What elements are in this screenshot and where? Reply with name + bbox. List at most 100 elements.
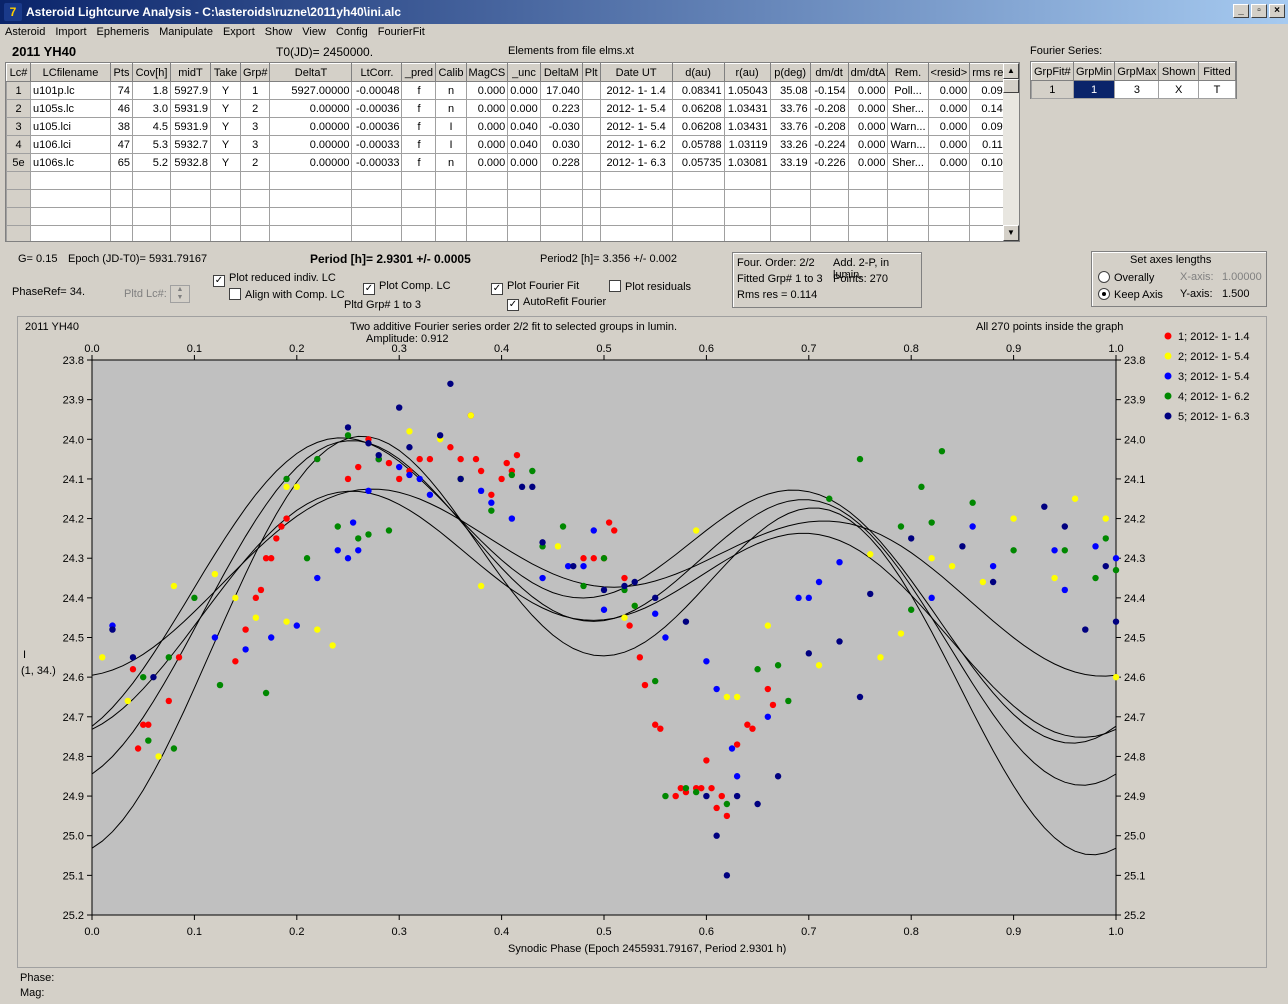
data-point[interactable]: [518, 483, 526, 491]
table-cell[interactable]: 74: [110, 81, 133, 100]
table-cell[interactable]: [210, 225, 241, 241]
table-cell[interactable]: 0.040: [507, 117, 541, 136]
table-cell[interactable]: [351, 225, 403, 241]
table-cell[interactable]: 46: [110, 99, 133, 118]
table-cell[interactable]: [671, 207, 725, 226]
data-point[interactable]: [488, 507, 495, 514]
data-point[interactable]: [165, 697, 172, 705]
table-cell[interactable]: [927, 189, 971, 208]
table-cell[interactable]: 33.76: [769, 117, 811, 136]
table-cell[interactable]: [887, 207, 929, 226]
table-cell[interactable]: [239, 225, 271, 241]
data-point[interactable]: [1102, 562, 1109, 570]
data-point[interactable]: [503, 459, 510, 467]
data-point[interactable]: [283, 483, 290, 491]
data-point[interactable]: [877, 654, 884, 661]
table-cell[interactable]: u106.lci: [30, 135, 111, 154]
table-cell[interactable]: Warn...: [887, 135, 929, 154]
data-point[interactable]: [1112, 673, 1120, 681]
data-point[interactable]: [554, 543, 562, 550]
table-cell[interactable]: u101p.lc: [30, 81, 111, 100]
table-cell[interactable]: n: [435, 81, 467, 100]
data-point[interactable]: [969, 523, 976, 530]
data-point[interactable]: [145, 737, 152, 744]
table-cell[interactable]: 0.000: [507, 99, 541, 118]
data-point[interactable]: [652, 677, 659, 685]
table-cell[interactable]: [110, 225, 133, 241]
data-point[interactable]: [539, 539, 546, 546]
data-point[interactable]: [508, 515, 516, 522]
table-cell[interactable]: 0.00000: [269, 99, 353, 118]
table-cell[interactable]: 1: [1072, 80, 1116, 99]
data-point[interactable]: [355, 547, 362, 554]
table-cell[interactable]: 65: [110, 153, 133, 172]
table-cell[interactable]: f: [401, 135, 437, 154]
data-point[interactable]: [580, 562, 587, 570]
table-cell[interactable]: [581, 189, 601, 208]
data-point[interactable]: [155, 753, 162, 760]
table-cell[interactable]: [30, 171, 111, 190]
data-point[interactable]: [1102, 515, 1109, 522]
table-cell[interactable]: Y: [210, 117, 241, 136]
table-cell[interactable]: 0.000: [847, 81, 889, 100]
row-header[interactable]: 5e: [6, 153, 31, 172]
column-header[interactable]: GrpFit#: [1031, 62, 1074, 81]
table-cell[interactable]: [239, 171, 271, 190]
column-header[interactable]: dm/dtA: [847, 63, 889, 82]
checkbox-icon[interactable]: [229, 288, 241, 300]
data-point[interactable]: [723, 872, 731, 879]
table-cell[interactable]: 35.08: [769, 81, 811, 100]
data-point[interactable]: [698, 784, 705, 792]
data-point[interactable]: [662, 792, 669, 800]
data-point[interactable]: [278, 523, 285, 530]
table-cell[interactable]: 3: [1114, 80, 1160, 99]
table-cell[interactable]: [210, 207, 241, 226]
data-point[interactable]: [344, 424, 352, 431]
data-point[interactable]: [477, 487, 485, 495]
table-cell[interactable]: 3: [239, 135, 271, 154]
table-cell[interactable]: f: [401, 117, 437, 136]
data-point[interactable]: [815, 662, 823, 669]
table-cell[interactable]: [351, 207, 403, 226]
table-cell[interactable]: [170, 189, 211, 208]
table-cell[interactable]: 1: [1031, 80, 1074, 99]
data-point[interactable]: [124, 697, 132, 705]
keep-axis-radio[interactable]: Keep Axis: [1098, 288, 1163, 301]
table-cell[interactable]: Y: [210, 99, 241, 118]
table-cell[interactable]: -0.00036: [351, 117, 403, 136]
data-point[interactable]: [754, 666, 761, 673]
radio-off-icon[interactable]: [1098, 271, 1110, 283]
table-cell[interactable]: n: [435, 99, 467, 118]
column-header[interactable]: GrpMin: [1072, 62, 1116, 81]
column-header[interactable]: DeltaT: [269, 63, 353, 82]
column-header[interactable]: midT: [170, 63, 211, 82]
fourier-row[interactable]: 113XT: [1031, 80, 1237, 99]
data-point[interactable]: [170, 582, 178, 590]
column-header[interactable]: Cov[h]: [132, 63, 171, 82]
table-cell[interactable]: [769, 171, 811, 190]
data-point[interactable]: [262, 689, 270, 697]
data-point[interactable]: [1082, 626, 1089, 633]
data-point[interactable]: [140, 673, 147, 681]
column-header[interactable]: Shown: [1158, 62, 1199, 81]
table-cell[interactable]: -0.00033: [351, 153, 403, 172]
table-cell[interactable]: 0.06208: [671, 117, 725, 136]
table-cell[interactable]: [351, 171, 403, 190]
table-cell[interactable]: [887, 171, 929, 190]
autorefit-checkbox[interactable]: ✓ AutoRefit Fourier: [507, 296, 606, 311]
table-cell[interactable]: I: [435, 117, 467, 136]
data-point[interactable]: [508, 471, 516, 479]
table-cell[interactable]: f: [401, 81, 437, 100]
data-point[interactable]: [129, 666, 137, 673]
row-header[interactable]: 4: [6, 135, 31, 154]
table-cell[interactable]: u105s.lc: [30, 99, 111, 118]
column-header[interactable]: r(au): [723, 63, 771, 82]
data-point[interactable]: [211, 570, 219, 578]
table-cell[interactable]: 0.00000: [269, 153, 353, 172]
table-cell[interactable]: [723, 189, 771, 208]
close-button[interactable]: ×: [1269, 4, 1285, 18]
table-cell[interactable]: [507, 207, 541, 226]
data-point[interactable]: [580, 582, 587, 590]
data-point[interactable]: [467, 412, 475, 419]
data-point[interactable]: [815, 578, 823, 586]
